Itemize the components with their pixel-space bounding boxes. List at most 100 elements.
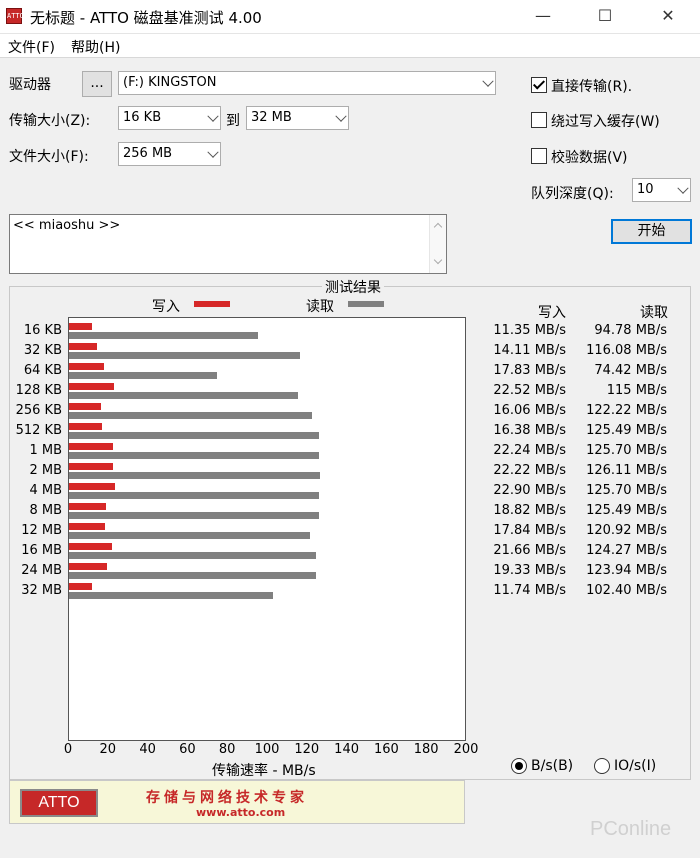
y-tick-label: 16 MB — [21, 543, 62, 558]
scroll-down-icon[interactable] — [433, 255, 443, 265]
bypass-write-cache-checkbox[interactable] — [531, 112, 547, 128]
y-tick-label: 24 MB — [21, 563, 62, 578]
x-axis-label: 传输速率 - MB/s — [212, 763, 316, 779]
start-button[interactable]: 开始 — [611, 219, 692, 244]
drive-select[interactable]: (F:) KINGSTON — [118, 71, 496, 95]
close-button[interactable]: ✕ — [645, 0, 691, 34]
write-bar — [69, 463, 114, 470]
write-bar — [69, 503, 107, 510]
browse-button[interactable]: ... — [82, 71, 112, 97]
write-value: 22.24 MB/s — [493, 443, 566, 458]
atto-logo: ATTO — [20, 789, 98, 817]
read-value: 124.27 MB/s — [586, 543, 667, 558]
write-value: 11.35 MB/s — [493, 323, 566, 338]
bytes-per-sec-label: B/s(B) — [531, 758, 574, 774]
minimize-button[interactable]: — — [520, 0, 566, 34]
x-tick-label: 120 — [294, 742, 320, 757]
column-header-read: 读取 — [640, 305, 668, 321]
results-chart — [68, 317, 466, 741]
write-value: 17.83 MB/s — [493, 363, 566, 378]
read-bar — [69, 452, 320, 459]
write-bar — [69, 563, 108, 570]
atto-banner[interactable]: ATTO 存储与网络技术专家 www.atto.com — [9, 780, 465, 824]
results-title: 测试结果 — [322, 277, 384, 297]
read-value: 125.70 MB/s — [586, 443, 667, 458]
scroll-up-icon[interactable] — [433, 222, 443, 232]
x-tick-label: 180 — [413, 742, 439, 757]
write-value: 16.06 MB/s — [493, 403, 566, 418]
write-value: 22.52 MB/s — [493, 383, 566, 398]
read-bar — [69, 532, 310, 539]
write-value: 17.84 MB/s — [493, 523, 566, 538]
read-bar — [69, 592, 273, 599]
read-value: 125.70 MB/s — [586, 483, 667, 498]
verify-data-label: 校验数据(V) — [551, 150, 628, 166]
chevron-down-icon — [207, 110, 219, 122]
drive-select-value: (F:) KINGSTON — [123, 75, 217, 90]
chevron-down-icon — [207, 146, 219, 158]
maximize-button[interactable]: ☐ — [582, 0, 628, 34]
title-bar: ATTO 无标题 - ATTO 磁盘基准测试 4.00 — ☐ ✕ — [0, 0, 700, 34]
queue-depth-select[interactable]: 10 — [632, 178, 691, 202]
read-value: 125.49 MB/s — [586, 503, 667, 518]
x-tick-label: 80 — [218, 742, 236, 757]
read-bar — [69, 412, 313, 419]
column-header-write: 写入 — [538, 305, 566, 321]
menu-file[interactable]: 文件(F) — [8, 37, 55, 57]
y-tick-label: 8 MB — [29, 503, 62, 518]
description-scrollbar[interactable] — [429, 215, 446, 273]
read-bar — [69, 472, 320, 479]
write-value: 22.22 MB/s — [493, 463, 566, 478]
read-bar — [69, 352, 300, 359]
direct-io-checkbox[interactable] — [531, 77, 547, 93]
description-text: << miaoshu >> — [13, 218, 121, 233]
read-value: 115 MB/s — [606, 383, 667, 398]
bytes-per-sec-radio[interactable] — [511, 758, 527, 774]
y-tick-label: 16 KB — [23, 323, 62, 338]
menu-help[interactable]: 帮助(H) — [71, 37, 120, 57]
read-value: 94.78 MB/s — [594, 323, 667, 338]
write-bar — [69, 403, 101, 410]
write-value: 19.33 MB/s — [493, 563, 566, 578]
read-bar — [69, 332, 258, 339]
y-tick-label: 64 KB — [23, 363, 62, 378]
banner-slogan: 存储与网络技术专家 — [146, 790, 308, 806]
banner-url[interactable]: www.atto.com — [196, 806, 285, 819]
write-bar — [69, 543, 113, 550]
file-size-label: 文件大小(F): — [9, 149, 89, 165]
file-size-select[interactable]: 256 MB — [118, 142, 221, 166]
chevron-down-icon — [677, 182, 689, 194]
io-per-sec-radio[interactable] — [594, 758, 610, 774]
y-tick-label: 4 MB — [29, 483, 62, 498]
legend-write-swatch — [194, 301, 230, 307]
write-value: 14.11 MB/s — [493, 343, 566, 358]
menu-bar: 文件(F) 帮助(H) — [0, 34, 700, 58]
description-textarea[interactable]: << miaoshu >> — [9, 214, 447, 274]
write-bar — [69, 383, 114, 390]
transfer-size-to-select[interactable]: 32 MB — [246, 106, 349, 130]
checkmark-icon — [532, 77, 546, 90]
write-value: 11.74 MB/s — [493, 583, 566, 598]
legend-write-label: 写入 — [152, 299, 180, 315]
y-tick-label: 12 MB — [21, 523, 62, 538]
app-icon: ATTO — [6, 8, 24, 24]
x-tick-label: 60 — [179, 742, 196, 757]
watermark: PConline — [590, 818, 672, 840]
queue-depth-label: 队列深度(Q): — [531, 186, 614, 202]
write-bar — [69, 323, 92, 330]
transfer-size-from-select[interactable]: 16 KB — [118, 106, 221, 130]
write-value: 22.90 MB/s — [493, 483, 566, 498]
write-bar — [69, 443, 114, 450]
read-value: 120.92 MB/s — [586, 523, 667, 538]
read-value: 74.42 MB/s — [594, 363, 667, 378]
transfer-size-label: 传输大小(Z): — [9, 113, 91, 129]
read-bar — [69, 492, 320, 499]
read-bar — [69, 392, 298, 399]
write-bar — [69, 523, 105, 530]
x-tick-label: 100 — [254, 742, 280, 757]
write-value: 16.38 MB/s — [493, 423, 566, 438]
write-bar — [69, 343, 98, 350]
x-tick-label: 140 — [334, 742, 359, 757]
verify-data-checkbox[interactable] — [531, 148, 547, 164]
y-tick-label: 32 KB — [23, 343, 62, 358]
